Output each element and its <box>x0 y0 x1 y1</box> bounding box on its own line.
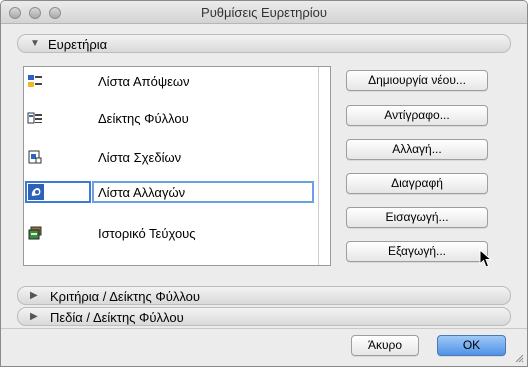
sheet-index-icon <box>27 112 42 124</box>
disclosure-collapsed-icon: ▶ <box>30 290 38 301</box>
index-settings-dialog: Ρυθμίσεις Ευρετηρίου ▼ Ευρετήρια Λίστα Α… <box>0 0 528 367</box>
list-item-label: Δείκτης Φύλλου <box>98 111 189 126</box>
list-item[interactable]: Λίστα Απόψεων <box>24 67 316 97</box>
section-criteria-label: Κριτήρια / Δείκτης Φύλλου <box>50 289 200 304</box>
section-criteria-header[interactable]: ▶ Κριτήρια / Δείκτης Φύλλου <box>17 286 511 305</box>
list-item-label: Λίστα Απόψεων <box>98 74 190 89</box>
view-list-icon <box>28 75 42 87</box>
section-fields-label: Πεδία / Δείκτης Φύλλου <box>50 310 184 325</box>
rename-text-field[interactable]: Λίστα Αλλαγών <box>92 181 314 203</box>
import-button[interactable]: Εισαγωγή... <box>346 207 488 228</box>
section-indexes-label: Ευρετήρια <box>48 37 108 52</box>
duplicate-button[interactable]: Αντίγραφο... <box>346 105 488 126</box>
list-item[interactable]: Λίστα Σχεδίων <box>24 143 316 173</box>
export-button[interactable]: Εξαγωγή... <box>346 241 488 262</box>
drawing-list-icon <box>28 150 42 164</box>
section-fields-header[interactable]: ▶ Πεδία / Δείκτης Φύλλου <box>17 307 511 326</box>
footer-divider <box>1 328 527 329</box>
change-list-icon <box>28 184 44 200</box>
title-bar: Ρυθμίσεις Ευρετηρίου <box>1 1 527 24</box>
list-item-selected[interactable]: Λίστα Αλλαγών <box>24 181 316 211</box>
window-title: Ρυθμίσεις Ευρετηρίου <box>201 5 327 20</box>
disclosure-expanded-icon: ▼ <box>30 38 40 49</box>
mouse-pointer-icon <box>479 249 493 268</box>
resize-grip-icon[interactable] <box>514 353 524 363</box>
list-item[interactable]: Δείκτης Φύλλου <box>24 104 316 134</box>
section-indexes-header[interactable]: ▼ Ευρετήρια <box>17 34 511 53</box>
issue-history-icon <box>28 226 42 240</box>
index-list[interactable]: Λίστα Απόψεων Δείκτης Φύλλου Λίστα Σχεδί… <box>23 66 331 266</box>
disclosure-collapsed-icon: ▶ <box>30 311 38 322</box>
create-new-button[interactable]: Δημιουργία νέου... <box>346 70 488 91</box>
ok-button[interactable]: OK <box>437 335 506 356</box>
list-item-label: Ιστορικό Τεύχους <box>98 226 196 241</box>
delete-button[interactable]: Διαγραφή <box>346 173 488 194</box>
list-column-divider <box>318 67 319 265</box>
rename-field-value: Λίστα Αλλαγών <box>98 185 186 200</box>
list-item-label: Λίστα Σχεδίων <box>98 150 182 165</box>
selected-icon-cell <box>25 181 91 203</box>
rename-button[interactable]: Αλλαγή... <box>346 139 488 160</box>
cancel-button[interactable]: Άκυρο <box>351 335 419 356</box>
list-item[interactable]: Ιστορικό Τεύχους <box>24 219 316 249</box>
